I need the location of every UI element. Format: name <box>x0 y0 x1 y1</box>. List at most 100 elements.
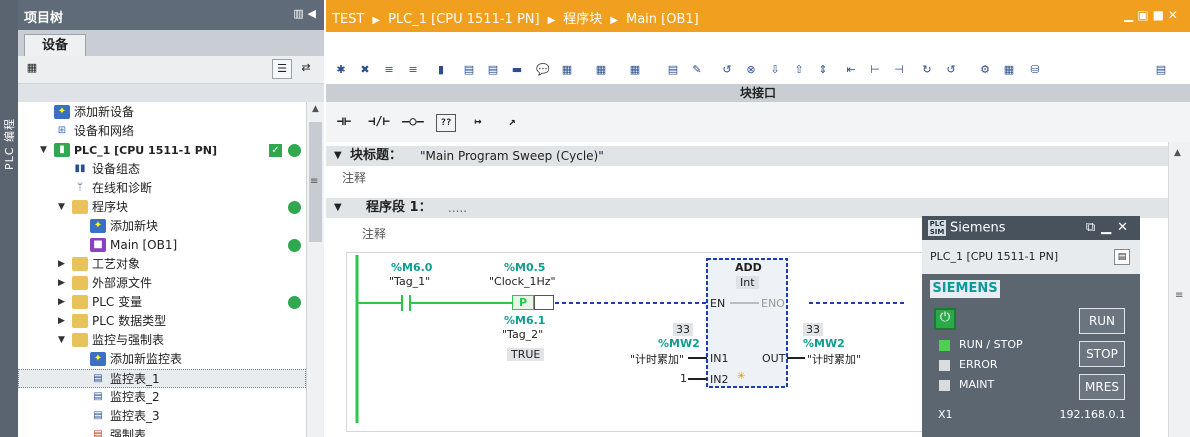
block-interface-bar[interactable]: 块接口 <box>326 84 1190 102</box>
in1-tag[interactable]: "计时累加" <box>630 351 684 367</box>
editor-scrollbar[interactable]: ▲ ≡ <box>1168 142 1190 437</box>
contact2-tag[interactable]: "Clock_1Hz" <box>489 275 556 288</box>
tree-item-devices-networks[interactable]: ⊞ 设备和网络 <box>18 122 306 141</box>
tree-item-main-ob1[interactable]: ■ Main [OB1] <box>18 236 306 255</box>
tree-item-watch-table-1[interactable]: ▤ 监控表_1 <box>18 369 306 388</box>
call-hierarchy-icon[interactable]: ⇤ <box>842 61 860 79</box>
tree-item-watch-force[interactable]: ▼ 监控与强制表 <box>18 331 306 350</box>
add-input-icon[interactable]: ✳ <box>737 371 745 382</box>
simulation-icon[interactable]: ⚙ <box>976 61 994 79</box>
list-view-icon[interactable]: ☰ <box>272 59 292 79</box>
tree-item-program-blocks[interactable]: ▼ 程序块 <box>18 198 306 217</box>
coil-button[interactable]: –○– <box>398 114 428 132</box>
database-icon[interactable]: ⛁ <box>1026 61 1044 79</box>
tree-item-online-diag[interactable]: ᛘ 在线和诊断 <box>18 179 306 198</box>
monitor-on-icon[interactable]: ↻ <box>918 61 936 79</box>
open-branch-button[interactable]: ↦ <box>466 114 490 132</box>
add-box-type[interactable]: Int <box>736 276 759 289</box>
collapse-arrow-icon[interactable]: ▼ <box>334 198 342 218</box>
upload-icon[interactable]: ⇧ <box>790 61 808 79</box>
absolute-address-icon[interactable]: ▮ <box>432 61 450 79</box>
cross-ref-icon[interactable]: ⊣ <box>890 61 908 79</box>
append-row-icon[interactable]: ≡ <box>404 61 422 79</box>
collapse-arrow-icon[interactable]: ▼ <box>40 141 50 160</box>
delete-network-icon[interactable]: ✖ <box>356 61 374 79</box>
tree-scrollbar[interactable]: ▲ ≡ <box>306 102 324 437</box>
mres-button[interactable]: MRES <box>1079 374 1125 400</box>
tree-item-plc1[interactable]: ▼ ▮ PLC_1 [CPU 1511-1 PN] ✓ <box>18 141 306 160</box>
resize-grip-icon[interactable]: ≡ <box>310 176 318 187</box>
block-title-value[interactable]: "Main Program Sweep (Cycle)" <box>420 146 604 166</box>
open-all-networks-icon[interactable]: ▤ <box>460 61 478 79</box>
watch-table-toolbar-icon[interactable]: ▦ <box>1000 61 1018 79</box>
breadcrumb-main-ob1[interactable]: Main [OB1] <box>626 12 699 27</box>
operand-display-icon[interactable]: ▦ <box>592 61 610 79</box>
collapse-arrow-icon[interactable]: ▼ <box>58 331 68 350</box>
stop-button[interactable]: STOP <box>1079 341 1125 367</box>
tab-devices[interactable]: 设备 <box>24 34 86 56</box>
tag-info-icon[interactable]: ▦ <box>558 61 576 79</box>
panel-layout-icon[interactable]: ▤ <box>1152 61 1170 79</box>
expand-arrow-icon[interactable]: ▶ <box>58 274 68 293</box>
download-icon[interactable]: ⇩ <box>766 61 784 79</box>
insert-row-icon[interactable]: ≡ <box>380 61 398 79</box>
collapse-arrow-icon[interactable]: ▼ <box>58 198 68 217</box>
scroll-up-icon[interactable]: ▲ <box>309 104 322 117</box>
p-trig-contact[interactable]: P <box>512 295 534 310</box>
insert-network-icon[interactable]: ✱ <box>332 61 350 79</box>
tree-item-add-watch-table[interactable]: ✦ 添加新监控表 <box>18 350 306 369</box>
block-comment[interactable]: 注释 <box>342 169 366 186</box>
edge-tag[interactable]: "Tag_2" <box>502 328 543 341</box>
tree-item-plc-datatypes[interactable]: ▶ PLC 数据类型 <box>18 312 306 331</box>
overview-icon[interactable]: ⇄ <box>296 59 316 79</box>
collapse-panel-icon[interactable]: ▥ ◀ <box>293 7 316 20</box>
tree-item-watch-table-3[interactable]: ▤ 监控表_3 <box>18 407 306 426</box>
portal-view-strip[interactable]: PLC 编程 <box>0 0 18 437</box>
out-tag[interactable]: "计时累加" <box>807 351 861 367</box>
expand-arrow-icon[interactable]: ▶ <box>58 255 68 274</box>
show-all-icon[interactable]: ▤ <box>664 61 682 79</box>
assignment-list-icon[interactable]: ⊢ <box>866 61 884 79</box>
contact1-tag[interactable]: "Tag_1" <box>389 275 430 288</box>
online-monitor-icon[interactable]: ↺ <box>718 61 736 79</box>
run-button[interactable]: RUN <box>1079 308 1125 334</box>
tree-item-plc-tags[interactable]: ▶ PLC 变量 <box>18 293 306 312</box>
breadcrumb-plc[interactable]: PLC_1 [CPU 1511-1 PN] <box>388 12 540 27</box>
tree-item-external-sources[interactable]: ▶ 外部源文件 <box>18 274 306 293</box>
network-title[interactable]: ..... <box>448 198 467 218</box>
scroll-up-icon[interactable]: ▲ <box>1174 148 1181 158</box>
breakpoint-icon[interactable]: ▦ <box>626 61 644 79</box>
comments-icon[interactable]: 💬 <box>534 61 552 79</box>
tree-item-add-block[interactable]: ✦ 添加新块 <box>18 217 306 236</box>
plcsim-title-bar[interactable]: PLC SIM Siemens ⧉▁✕ <box>922 216 1140 240</box>
tree-item-force-table[interactable]: ▤ 强制表 <box>18 426 306 437</box>
go-offline-icon[interactable]: ⊗ <box>742 61 760 79</box>
compare-icon[interactable]: ⇕ <box>814 61 832 79</box>
plcsim-window-controls[interactable]: ⧉▁✕ <box>1086 220 1134 235</box>
close-all-networks-icon[interactable]: ▤ <box>484 61 502 79</box>
network-comment[interactable]: 注释 <box>362 225 386 242</box>
network-1-ladder[interactable]: %M6.0 "Tag_1" %M0.5 "Clock_1Hz" P %M6.1 … <box>346 252 926 432</box>
power-button[interactable]: ⏻ <box>934 308 956 330</box>
breadcrumb-project[interactable]: TEST <box>332 12 364 27</box>
tree-settings-icon[interactable]: ▦ <box>22 59 42 79</box>
collapse-arrow-icon[interactable]: ▼ <box>334 146 342 166</box>
empty-box-button[interactable]: ?? <box>436 114 456 132</box>
breadcrumb-program-blocks[interactable]: 程序块 <box>563 12 602 27</box>
project-view-icon[interactable]: ▤ <box>1114 249 1130 265</box>
close-branch-button[interactable]: ↗ <box>500 114 524 132</box>
highlight-icon[interactable]: ✎ <box>688 61 706 79</box>
in2-constant[interactable]: 1 <box>680 372 687 385</box>
monitor-off-icon[interactable]: ↺ <box>942 61 960 79</box>
resize-grip-icon[interactable]: ≡ <box>1175 290 1183 301</box>
network-1-row[interactable]: ▼ 程序段 1： ..... <box>326 198 1168 218</box>
block-title-row[interactable]: ▼ 块标题： "Main Program Sweep (Cycle)" <box>326 146 1168 166</box>
tree-item-add-device[interactable]: ✦ 添加新设备 <box>18 103 306 122</box>
expand-arrow-icon[interactable]: ▶ <box>58 293 68 312</box>
tree-item-tech-objects[interactable]: ▶ 工艺对象 <box>18 255 306 274</box>
favorites-icon[interactable]: ▬ <box>508 61 526 79</box>
tree-item-device-config[interactable]: ▮▮ 设备组态 <box>18 160 306 179</box>
expand-arrow-icon[interactable]: ▶ <box>58 312 68 331</box>
tree-item-watch-table-2[interactable]: ▤ 监控表_2 <box>18 388 306 407</box>
nc-contact-button[interactable]: ⊣/⊢ <box>364 114 394 132</box>
